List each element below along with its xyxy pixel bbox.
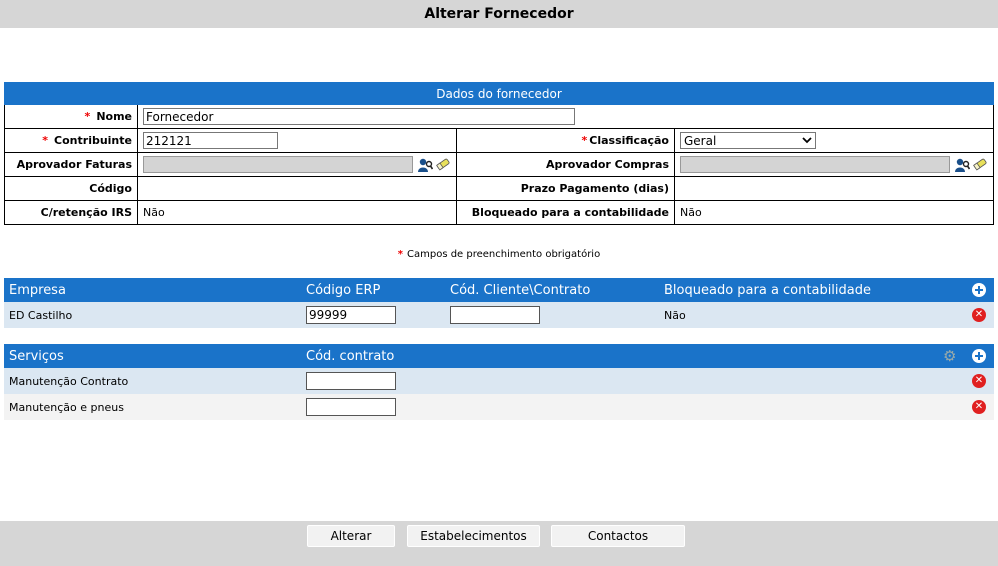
cod-contrato-input[interactable] [306,372,396,390]
aprovador-compras-actions [954,157,987,173]
empresa-name: ED Castilho [9,308,73,322]
section-title: Dados do fornecedor [4,82,994,105]
classificacao-select[interactable]: Geral [680,132,816,149]
chevron-down-icon [802,137,812,144]
retencao-irs-label: C/retenção IRS [4,200,138,225]
add-empresa-button[interactable] [972,278,986,302]
aprovador-faturas-cell [137,152,457,177]
codigo-value [137,176,457,201]
servico-name: Manutenção e pneus [9,400,124,414]
classificacao-cell: Geral [674,128,994,153]
x-circle-icon: ✕ [972,374,986,388]
column-header-bloqueado: Bloqueado para a contabilidade [664,282,871,298]
column-header-cod-cliente: Cód. Cliente\Contrato [450,282,591,298]
plus-circle-icon [972,349,986,363]
table-row: Manutenção e pneus ✕ [4,394,994,420]
nome-label: Nome [96,110,132,123]
empresas-header: Empresa Código ERP Cód. Cliente\Contrato… [4,278,994,302]
x-circle-icon: ✕ [972,308,986,322]
aprovador-faturas-actions [417,157,450,173]
contribuinte-label: Contribuinte [54,134,132,147]
settings-button[interactable]: ⚙ [943,344,956,368]
codigo-erp-field: 99999 [306,302,396,328]
estabelecimentos-button[interactable]: Estabelecimentos [407,525,540,547]
prazo-pagamento-label: Prazo Pagamento (dias) [456,176,675,201]
eraser-icon[interactable] [973,157,987,171]
user-search-icon[interactable] [954,157,970,173]
column-header-empresa: Empresa [9,282,66,298]
cod-cliente-input[interactable] [450,306,540,324]
x-circle-icon: ✕ [972,400,986,414]
cod-contrato-field [306,394,396,420]
aprovador-faturas-label: Aprovador Faturas [4,152,138,177]
alterar-button[interactable]: Alterar [307,525,395,547]
table-row: Manutenção Contrato ✕ [4,368,994,394]
column-header-codigo-erp: Código ERP [306,282,381,298]
footer-bar: Alterar Estabelecimentos Contactos [0,521,998,566]
contribuinte-label-cell: * Contribuinte [4,128,138,153]
servicos-header: Serviços Cód. contrato ⚙ [4,344,994,368]
delete-empresa-button[interactable]: ✕ [972,302,986,328]
required-marker: * [397,249,403,260]
retencao-irs-value: Não [137,200,457,225]
table-row: ED Castilho 99999 Não ✕ [4,302,994,328]
required-marker: * [84,110,91,123]
aprovador-compras-cell [674,152,994,177]
servicos-grid: Serviços Cód. contrato ⚙ Manutenção Cont… [4,344,994,420]
codigo-erp-input[interactable]: 99999 [306,306,396,324]
column-header-servicos: Serviços [9,348,64,364]
required-marker: * [42,134,49,147]
aprovador-faturas-input[interactable] [143,156,413,173]
empresas-grid: Empresa Código ERP Cód. Cliente\Contrato… [4,278,994,328]
supplier-form: Dados do fornecedor *Nome *Contribuinte … [4,82,994,225]
nome-input[interactable] [143,108,575,125]
delete-servico-button[interactable]: ✕ [972,368,986,394]
window-title: Alterar Fornecedor [0,0,998,28]
bloqueado-value: Não [674,200,994,225]
classificacao-value: Geral [684,133,717,148]
aprovador-compras-label: Aprovador Compras [456,152,675,177]
contactos-button[interactable]: Contactos [551,525,685,547]
eraser-icon[interactable] [436,157,450,171]
cod-cliente-field [450,302,540,328]
delete-servico-button[interactable]: ✕ [972,394,986,420]
aprovador-compras-input[interactable] [680,156,950,173]
plus-circle-icon [972,283,986,297]
required-note-text: Campos de preenchimento obrigatório [407,249,601,260]
user-search-icon[interactable] [417,157,433,173]
column-header-cod-contrato: Cód. contrato [306,348,395,364]
required-note: * Campos de preenchimento obrigatório [0,249,998,260]
servico-name: Manutenção Contrato [9,374,129,388]
classificacao-label-cell: * Classificação [456,128,675,153]
prazo-pagamento-value [674,176,994,201]
contribuinte-cell [137,128,457,153]
nome-label-cell: * Nome [4,104,138,129]
required-marker: * [581,134,588,147]
contribuinte-input[interactable] [143,132,278,149]
cod-contrato-field [306,368,396,394]
codigo-label: Código [4,176,138,201]
nome-cell [137,104,994,129]
bloqueado-label: Bloqueado para a contabilidade [456,200,675,225]
cod-contrato-input[interactable] [306,398,396,416]
add-servico-button[interactable] [972,344,986,368]
empresa-bloqueado: Não [664,308,686,322]
gear-icon: ⚙ [943,346,957,365]
classificacao-label: Classificação [589,134,669,147]
